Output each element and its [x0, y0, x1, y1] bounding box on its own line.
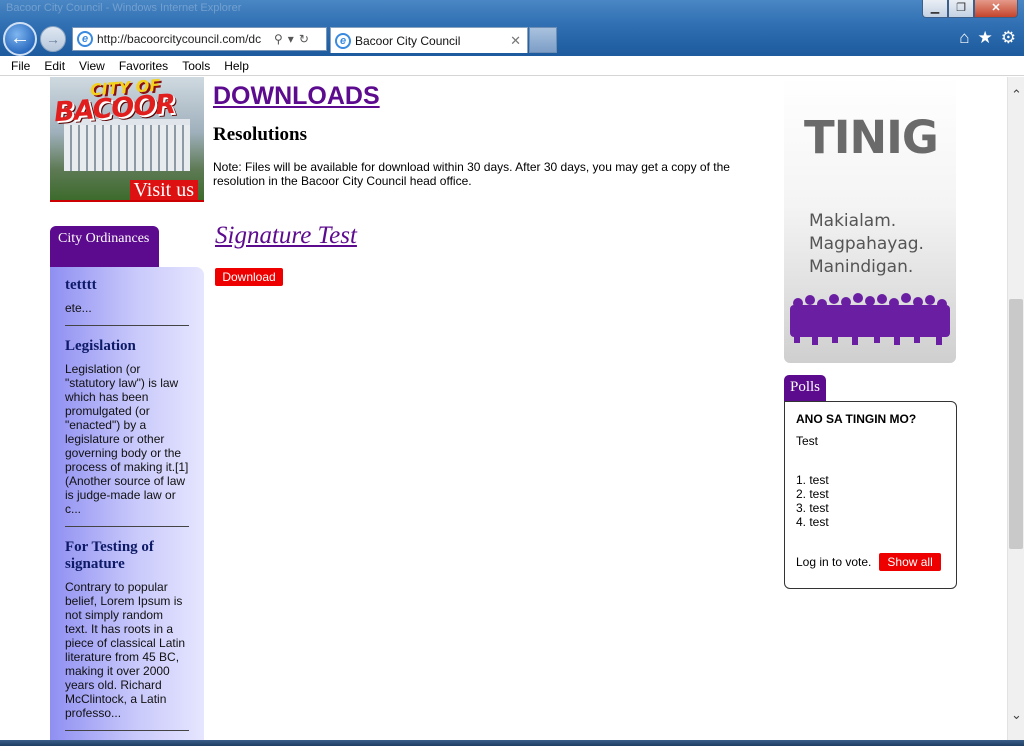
vertical-scrollbar[interactable]: ⌃ ⌄ — [1007, 77, 1024, 740]
ordinance-title[interactable]: For Testing of signature — [65, 539, 189, 573]
close-tab-icon[interactable]: ✕ — [510, 33, 521, 49]
city-logo-banner[interactable]: CITY OF BACOOR Visit us — [50, 77, 204, 202]
poll-option: 1. test — [796, 473, 829, 487]
slogan-line: Magpahayag. — [809, 234, 924, 254]
polls-panel: ANO SA TINGIN MO? Test 1. test 2. test 3… — [784, 401, 957, 589]
back-button[interactable]: ← — [3, 22, 37, 56]
crowd-silhouette-icon — [790, 293, 950, 345]
ordinance-title[interactable]: Legislation — [65, 338, 189, 355]
address-bar[interactable]: e http://bacoorcitycouncil.com/dc ⚲ ▾ ↻ — [72, 27, 327, 51]
poll-option: 4. test — [796, 515, 829, 529]
ie-page-icon: e — [77, 31, 93, 47]
window-title: Bacoor City Council - Windows Internet E… — [6, 2, 242, 14]
scroll-down-arrow-icon[interactable]: ⌄ — [1008, 707, 1024, 727]
poll-option: 3. test — [796, 501, 829, 515]
visit-us-label: Visit us — [129, 180, 198, 200]
poll-footer: Log in to vote. Show all — [796, 553, 945, 571]
browser-toolbar-icons: ⌂ ★ ⚙ — [959, 28, 1016, 48]
ordinance-item[interactable]: Legislation Legislation (or "statutory l… — [65, 338, 189, 516]
windows-taskbar — [0, 740, 1024, 746]
scrollbar-thumb[interactable] — [1009, 299, 1023, 549]
show-all-button[interactable]: Show all — [879, 553, 941, 571]
menu-tools[interactable]: Tools — [175, 59, 217, 73]
search-icon[interactable]: ⚲ — [274, 32, 283, 46]
ordinance-excerpt: Contrary to popular belief, Lorem Ipsum … — [65, 580, 186, 720]
ordinance-item[interactable]: tetttt ete... — [65, 277, 189, 315]
ordinance-excerpt: ete... — [65, 301, 92, 315]
menu-edit[interactable]: Edit — [37, 59, 72, 73]
download-note: Note: Files will be available for downlo… — [213, 160, 730, 188]
city-ordinances-tab[interactable]: City Ordinances — [50, 226, 159, 268]
tools-gear-icon[interactable]: ⚙ — [1001, 28, 1016, 48]
menu-view[interactable]: View — [72, 59, 112, 73]
slogan-line: Makialam. — [809, 211, 897, 231]
favorites-star-icon[interactable]: ★ — [978, 28, 993, 48]
poll-question: ANO SA TINGIN MO? — [796, 412, 917, 426]
forward-button[interactable]: → — [40, 26, 66, 52]
back-arrow-icon: ← — [10, 27, 30, 49]
section-heading: Resolutions — [213, 124, 307, 145]
slogan-line: Manindigan. — [809, 257, 914, 277]
page-title[interactable]: DOWNLOADS — [213, 82, 380, 111]
address-url[interactable]: http://bacoorcitycouncil.com/dc — [97, 32, 269, 46]
city-hall-image — [64, 119, 190, 171]
ordinance-item[interactable]: For Testing of signature Contrary to pop… — [65, 539, 189, 720]
polls-tab[interactable]: Polls — [784, 375, 826, 401]
home-icon[interactable]: ⌂ — [959, 28, 969, 48]
menu-favorites[interactable]: Favorites — [112, 59, 175, 73]
tab-title: Bacoor City Council — [355, 33, 461, 48]
tinig-slogan: Makialam. Magpahayag. Manindigan. — [809, 210, 924, 279]
document-link[interactable]: Signature Test — [215, 222, 357, 250]
dropdown-icon[interactable]: ▾ — [288, 32, 294, 46]
tinig-title: TINIG — [804, 111, 939, 164]
menu-help[interactable]: Help — [217, 59, 256, 73]
poll-option: 2. test — [796, 487, 829, 501]
download-button[interactable]: Download — [215, 268, 283, 286]
poll-description: Test — [796, 434, 819, 448]
page-viewport: CITY OF BACOOR Visit us City Ordinances … — [0, 77, 1007, 740]
tinig-banner[interactable]: TINIG Makialam. Magpahayag. Manindigan. — [784, 77, 956, 363]
window-controls: ▁ ❐ ✕ — [922, 0, 1018, 18]
ordinance-divider — [65, 730, 189, 731]
minimize-button[interactable]: ▁ — [922, 0, 948, 18]
new-tab-button[interactable] — [529, 27, 557, 53]
browser-tab-active[interactable]: e Bacoor City Council ✕ — [330, 27, 528, 53]
refresh-icon[interactable]: ↻ — [299, 32, 309, 46]
forward-arrow-icon: → — [46, 31, 60, 47]
ordinance-title[interactable]: tetttt — [65, 277, 189, 294]
menu-file[interactable]: File — [4, 59, 37, 73]
ordinance-divider — [65, 325, 189, 326]
tab-ie-icon: e — [335, 32, 351, 49]
login-to-vote-text: Log in to vote. — [796, 555, 872, 569]
poll-options: 1. test 2. test 3. test 4. test — [796, 473, 945, 529]
ordinances-panel: tetttt ete... Legislation Legislation (o… — [50, 267, 204, 740]
ordinance-divider — [65, 526, 189, 527]
ordinance-excerpt: Legislation (or "statutory law") is law … — [65, 362, 189, 516]
scroll-up-arrow-icon[interactable]: ⌃ — [1008, 87, 1024, 107]
restore-button[interactable]: ❐ — [948, 0, 974, 18]
close-window-button[interactable]: ✕ — [974, 0, 1018, 18]
menu-bar: File Edit View Favorites Tools Help — [0, 56, 1024, 76]
